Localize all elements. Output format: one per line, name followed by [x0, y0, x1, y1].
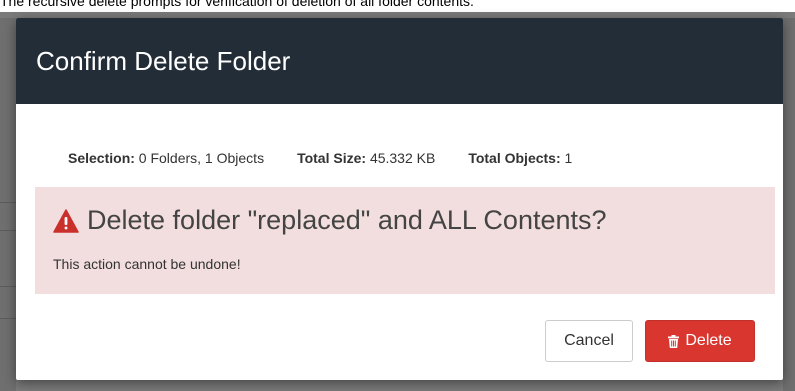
background-divider: [0, 286, 16, 287]
alert-heading: Delete folder "replaced" and ALL Content…: [53, 205, 775, 236]
total-size-label: Total Size:: [297, 150, 367, 166]
dialog-title: Confirm Delete Folder: [36, 45, 291, 76]
warning-triangle-icon: [53, 208, 79, 233]
background-page-right: [783, 18, 795, 391]
delete-button-label: Delete: [685, 332, 732, 349]
selection-stat: Selection: 0 Folders, 1 Objects: [68, 150, 264, 166]
trash-icon: [668, 334, 680, 348]
total-objects-value: 1: [564, 150, 573, 166]
dialog-body: Selection: 0 Folders, 1 Objects Total Si…: [16, 146, 783, 294]
cancel-button-label: Cancel: [564, 332, 614, 349]
total-size-stat: Total Size: 45.332 KB: [297, 150, 435, 166]
selection-value: 0 Folders, 1 Objects: [138, 150, 265, 166]
dialog-header: Confirm Delete Folder: [16, 18, 783, 104]
dialog-footer: Cancel Delete: [545, 320, 755, 362]
background-divider: [0, 318, 16, 319]
background-divider: [0, 230, 16, 231]
selection-label: Selection:: [68, 150, 135, 166]
total-objects-label: Total Objects:: [468, 150, 561, 166]
figure-caption: The recursive delete prompts for verific…: [0, 0, 795, 12]
alert-heading-text: Delete folder "replaced" and ALL Content…: [87, 205, 607, 235]
delete-button[interactable]: Delete: [645, 320, 755, 362]
background-divider: [0, 202, 16, 203]
total-size-value: 45.332 KB: [369, 150, 436, 166]
selection-stats: Selection: 0 Folders, 1 Objects Total Si…: [35, 146, 775, 170]
confirm-delete-dialog: Confirm Delete Folder Selection: 0 Folde…: [16, 18, 783, 380]
alert-subtext: This action cannot be undone!: [53, 256, 241, 272]
background-page-left: [0, 18, 16, 391]
danger-alert: Delete folder "replaced" and ALL Content…: [35, 187, 775, 294]
total-objects-stat: Total Objects: 1: [468, 150, 572, 166]
cancel-button[interactable]: Cancel: [545, 320, 633, 362]
